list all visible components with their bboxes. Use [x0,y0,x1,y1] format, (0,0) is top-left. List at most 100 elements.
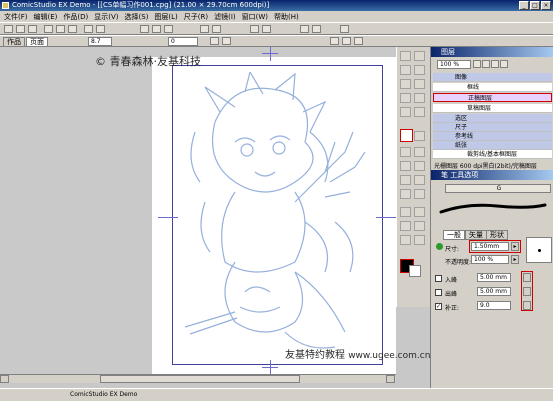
redo-icon[interactable] [96,25,105,33]
rotate-right-icon[interactable] [222,37,231,45]
frame-tool-icon[interactable] [414,207,425,217]
view-mode-icon[interactable] [300,25,309,33]
tab-general[interactable]: 一般 [443,230,465,240]
size-field[interactable]: 1.50mm [471,242,509,251]
layer-move-icon[interactable] [400,107,411,117]
save-icon[interactable] [28,25,37,33]
tone-tool-icon[interactable] [400,189,411,199]
zoom-out-icon[interactable] [152,25,161,33]
menu-window[interactable]: 窗口(W) [242,12,268,22]
undo-icon[interactable] [84,25,93,33]
layer-group-guides[interactable]: 参考线 [433,132,552,141]
correction-checkbox[interactable]: ✓ [435,303,442,310]
in-checkbox[interactable] [435,275,442,282]
new-layer-icon[interactable] [473,60,481,68]
copy-icon[interactable] [56,25,65,33]
fill-tool-icon[interactable] [400,175,411,185]
correction-field[interactable]: 9.0 [477,301,511,310]
tab-vector[interactable]: 矢量 [465,230,487,240]
menu-help[interactable]: 帮助(H) [274,12,299,22]
minimize-button[interactable]: _ [519,1,529,10]
brush-preset-icon[interactable] [330,37,339,45]
layer-icon[interactable] [250,25,259,33]
layer-props-icon[interactable] [491,60,499,68]
text-tool-icon[interactable] [400,221,411,231]
layer-group-ruler[interactable]: 尺子 [433,123,552,132]
print-icon[interactable] [312,25,321,33]
menu-edit[interactable]: 编辑(E) [34,12,58,22]
ruler-tool-icon[interactable] [400,207,411,217]
opacity-field[interactable]: 100 % [471,255,509,264]
layer-group-selection[interactable]: 选区 [433,114,552,123]
marker-tool-icon[interactable] [400,147,411,157]
out-pressure-icon[interactable] [523,287,531,296]
out-checkbox[interactable] [435,289,442,296]
in-field[interactable]: 5.00 mm [477,273,511,282]
balloon-tool-icon[interactable] [414,221,425,231]
pen-preset-icon[interactable] [342,37,351,45]
in-pressure-icon[interactable] [523,273,531,282]
new-file-icon[interactable] [4,25,13,33]
menu-filter[interactable]: 滤镜(I) [214,12,236,22]
menu-view[interactable]: 显示(V) [94,12,118,22]
horizontal-scrollbar[interactable] [0,374,396,383]
tone-icon[interactable] [262,25,271,33]
zoom-in-icon[interactable] [140,25,149,33]
delete-layer-icon[interactable] [482,60,490,68]
marker-preset-icon[interactable] [354,37,363,45]
object-select-icon[interactable] [414,107,425,117]
layer-zoom-field[interactable]: 100 % [437,60,471,69]
pencil-tool-icon[interactable] [414,131,425,141]
layer-group-paper[interactable]: 纸张 [433,141,552,150]
close-button[interactable]: × [541,1,551,10]
layer-draft[interactable]: 草稿图层 [433,104,552,113]
rotate-tool-icon[interactable] [414,65,425,75]
size-arrow-icon[interactable]: ▸ [511,242,519,251]
ruler-icon[interactable] [200,25,209,33]
settings-icon[interactable] [340,25,349,33]
maximize-button[interactable]: □ [530,1,540,10]
move-tool-icon[interactable] [400,51,411,61]
magic-wand-icon[interactable] [400,93,411,103]
menu-select[interactable]: 选择(S) [125,12,149,22]
layer-crop-base[interactable]: 裁剪线/基本框图层 [433,150,552,159]
rotation-field[interactable]: 0 [168,37,198,46]
tab-work[interactable]: 作品 [3,37,25,47]
layer-finished-art[interactable]: 正稿图层 [433,93,552,102]
lasso-tool-icon[interactable] [414,79,425,89]
tab-shape[interactable]: 形状 [486,230,508,240]
menu-ruler[interactable]: 尺子(R) [184,12,208,22]
hand-tool-icon[interactable] [414,51,425,61]
size-pressure-icon[interactable] [436,243,443,250]
brush-preset-select[interactable]: G [445,184,551,193]
canvas-workspace[interactable]: © 青春森林·友基科技 [0,47,396,374]
select-rect-icon[interactable] [400,79,411,89]
zoom-tool-icon[interactable] [400,65,411,75]
layer-group-image[interactable]: 图像 [433,73,552,82]
background-color-swatch[interactable] [409,265,421,277]
pen-tool-icon[interactable] [400,129,413,142]
layer-frame-lines[interactable]: 框线 [433,83,552,92]
select-pen-icon[interactable] [414,93,425,103]
opacity-arrow-icon[interactable]: ▸ [511,255,519,264]
scroll-right-icon[interactable] [386,375,395,383]
eraser-tool-icon[interactable] [414,161,425,171]
eyedropper-tool-icon[interactable] [400,235,411,245]
scroll-left-icon[interactable] [0,375,9,383]
open-file-icon[interactable] [16,25,25,33]
merge-layer-icon[interactable] [500,60,508,68]
tab-page[interactable]: 页面 [26,37,48,47]
rotate-left-icon[interactable] [210,37,219,45]
paste-icon[interactable] [68,25,77,33]
brush-tool-icon[interactable] [414,147,425,157]
out-field[interactable]: 5.00 mm [477,287,511,296]
gradient-tool-icon[interactable] [414,189,425,199]
speedline-tool-icon[interactable] [414,235,425,245]
brush-size-field[interactable]: 8.7 [88,37,112,46]
pattern-brush-icon[interactable] [414,175,425,185]
airbrush-tool-icon[interactable] [400,161,411,171]
fit-page-icon[interactable] [164,25,173,33]
menu-layer[interactable]: 图层(L) [154,12,177,22]
cut-icon[interactable] [44,25,53,33]
menu-work[interactable]: 作品(D) [63,12,88,22]
